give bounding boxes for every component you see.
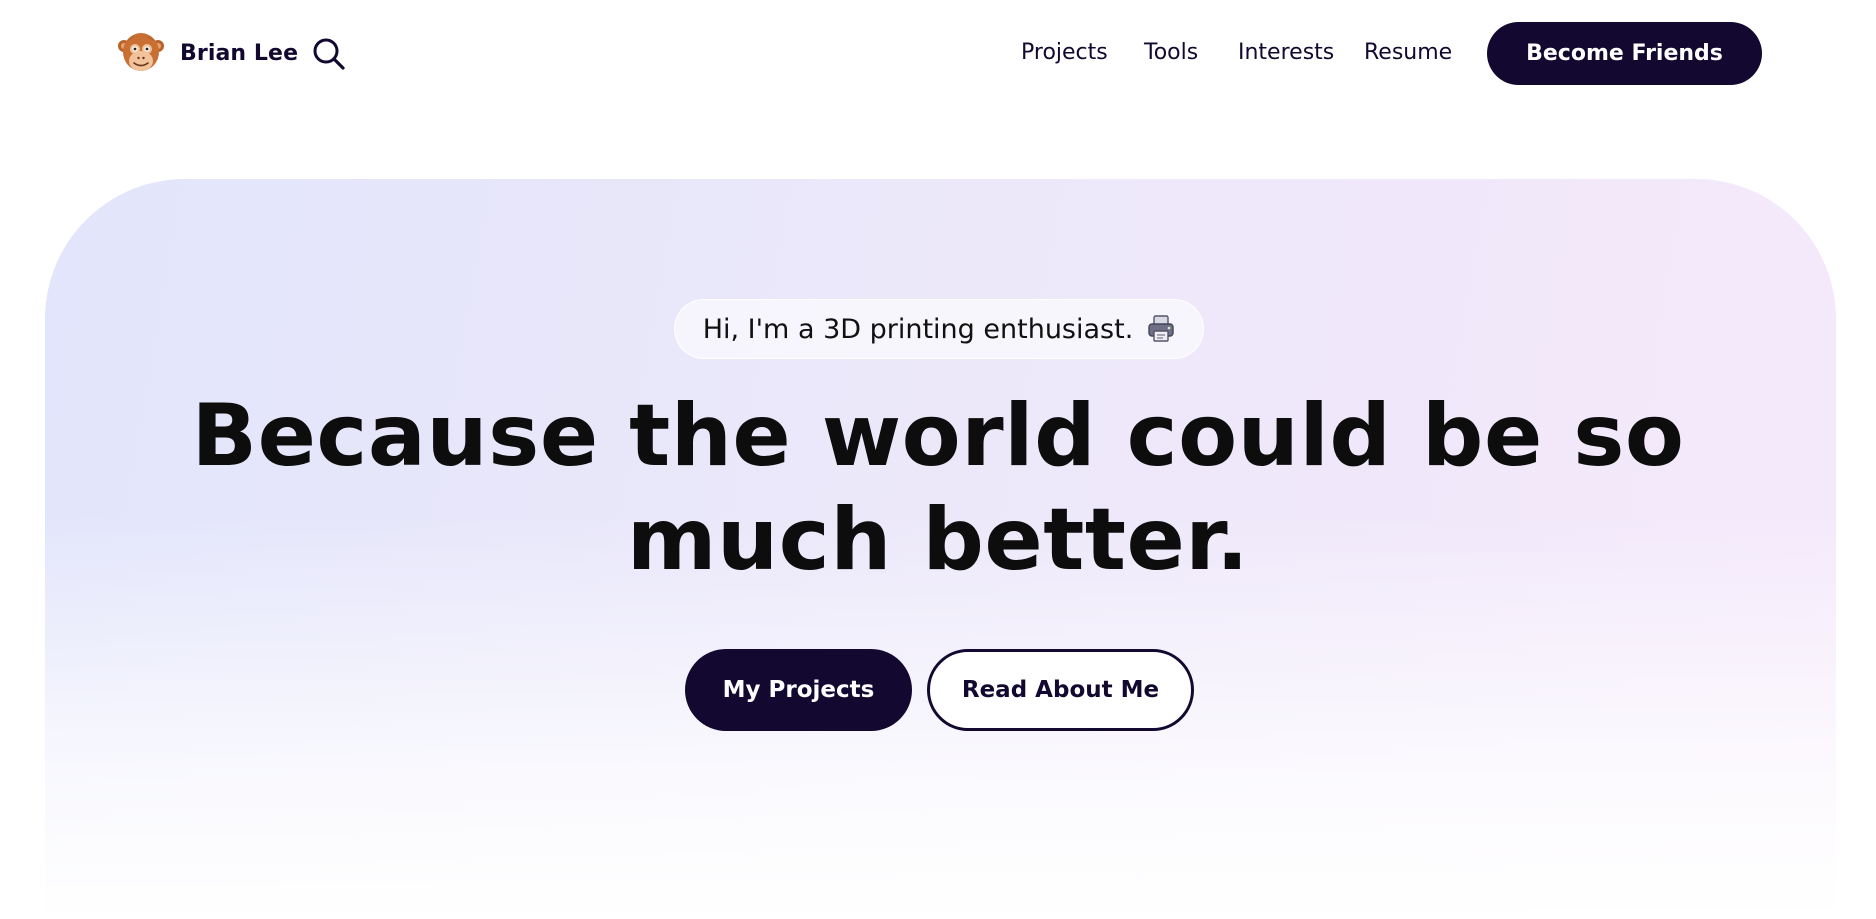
intro-pill: Hi, I'm a 3D printing enthusiast. [674, 299, 1204, 359]
search-icon [313, 38, 345, 70]
intro-text: Hi, I'm a 3D printing enthusiast. [702, 313, 1134, 345]
monkey-avatar-icon [118, 33, 164, 71]
site-header: Brian Lee Projects Tools Interests Resum… [0, 0, 1876, 106]
printer-icon [1148, 315, 1174, 342]
brand-name: Brian Lee [180, 40, 299, 66]
nav-tools[interactable]: Tools [1144, 36, 1198, 70]
nav-projects[interactable]: Projects [1021, 36, 1108, 70]
read-about-me-button[interactable]: Read About Me [927, 649, 1194, 731]
nav-interests[interactable]: Interests [1238, 36, 1334, 70]
search-button[interactable] [309, 34, 349, 74]
nav-resume[interactable]: Resume [1364, 36, 1452, 70]
become-friends-button[interactable]: Become Friends [1487, 22, 1762, 85]
hero-headline: Because the world could be so much bette… [191, 386, 1685, 590]
my-projects-button[interactable]: My Projects [685, 649, 912, 731]
brand-home-link[interactable]: Brian Lee [116, 28, 298, 78]
